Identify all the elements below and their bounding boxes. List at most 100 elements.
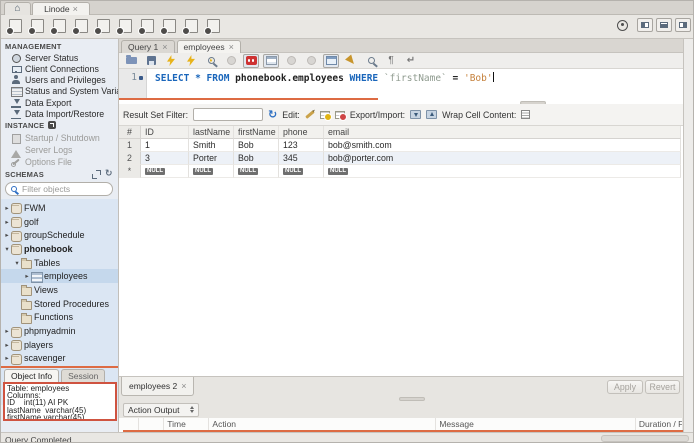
chevron-right-icon[interactable]: ▸ [3, 341, 11, 349]
cell[interactable]: 123 [279, 139, 324, 152]
row-number[interactable]: 2 [119, 152, 141, 165]
column-header-email[interactable]: email [324, 126, 681, 139]
create-schema-icon[interactable] [70, 18, 91, 36]
sidebar-splitter-accent[interactable] [1, 366, 118, 368]
explain-plan-button[interactable] [203, 54, 219, 68]
output-selector[interactable]: Action Output [123, 402, 199, 417]
column-header-phone[interactable]: phone [279, 126, 324, 139]
row-number[interactable]: * [119, 165, 141, 178]
home-tab[interactable]: ⌂ [4, 2, 31, 15]
tree-item-employees[interactable]: ▸ employees [1, 269, 118, 284]
tab-session[interactable]: Session [61, 369, 106, 382]
limit-rows-button[interactable] [263, 53, 279, 68]
create-table-icon[interactable] [92, 18, 113, 36]
edit-record-icon[interactable] [305, 110, 315, 119]
add-record-icon[interactable] [319, 110, 332, 121]
sidebar-item-startup-shutdown[interactable]: Startup / Shutdown [1, 132, 118, 144]
tab-employees[interactable]: employees [176, 40, 241, 53]
chevron-down-icon[interactable]: ▾ [13, 259, 21, 267]
sidebar-item-server-status[interactable]: Server Status [1, 52, 118, 63]
cell[interactable]: NULL [234, 165, 279, 178]
cell[interactable]: Bob [234, 152, 279, 165]
refresh-schemas-icon[interactable] [105, 168, 114, 179]
import-records-icon[interactable] [426, 110, 438, 119]
close-icon[interactable] [162, 43, 167, 51]
tree-item-groupschedule[interactable]: ▸ groupSchedule [1, 228, 118, 242]
toggle-output-area-button[interactable] [656, 18, 672, 32]
execute-current-button[interactable] [183, 54, 199, 68]
row-number[interactable]: 1 [119, 139, 141, 152]
sidebar-item-server-logs[interactable]: Server Logs [1, 144, 118, 158]
tree-item-views[interactable]: Views [1, 283, 118, 297]
create-view-icon[interactable] [114, 18, 135, 36]
search-table-data-icon[interactable] [180, 18, 201, 36]
open-script-button[interactable] [123, 54, 139, 68]
toggle-right-sidebar-button[interactable] [675, 18, 691, 32]
tree-item-stored-procedures[interactable]: Stored Procedures [1, 297, 118, 311]
tree-item-tables[interactable]: ▾ Tables [1, 256, 118, 270]
cell[interactable]: 3 [141, 152, 189, 165]
chevron-right-icon[interactable]: ▸ [3, 204, 11, 212]
wrap-text-button[interactable] [403, 54, 419, 68]
sidebar-item-data-export[interactable]: Data Export [1, 97, 118, 108]
sidebar-item-users-and-privileges[interactable]: Users and Privileges [1, 75, 118, 86]
revert-button[interactable]: Revert [645, 380, 680, 394]
stop-execution-button[interactable] [223, 54, 239, 68]
collapse-all-icon[interactable] [92, 170, 101, 179]
create-function-icon[interactable] [158, 18, 179, 36]
schema-filter-input[interactable] [20, 183, 100, 195]
connection-tab-linode[interactable]: Linode [32, 2, 90, 15]
refresh-resultset-icon[interactable] [268, 108, 277, 121]
execute-statement-button[interactable] [163, 54, 179, 68]
export-recordset-icon[interactable] [410, 110, 422, 119]
new-row-placeholder[interactable]: * NULL NULL NULL NULL NULL [119, 165, 683, 178]
invisible-characters-button[interactable] [383, 54, 399, 68]
cell[interactable]: 345 [279, 152, 324, 165]
delete-record-icon[interactable] [334, 110, 347, 121]
tree-item-scavenger[interactable]: ▸ scavenger [1, 352, 118, 366]
chevron-down-icon[interactable]: ▾ [3, 245, 11, 253]
cell[interactable]: bob@smith.com [324, 139, 681, 152]
result-filter-input[interactable] [193, 108, 264, 121]
tab-query-1[interactable]: Query 1 [121, 40, 175, 53]
find-panel-button[interactable] [363, 54, 379, 68]
tree-item-players[interactable]: ▸ players [1, 338, 118, 352]
create-procedure-icon[interactable] [136, 18, 157, 36]
tree-item-golf[interactable]: ▸ golf [1, 215, 118, 229]
chevron-right-icon[interactable]: ▸ [3, 218, 11, 226]
tab-object-info[interactable]: Object Info [4, 369, 60, 382]
chevron-right-icon[interactable]: ▸ [3, 231, 11, 239]
cell[interactable]: NULL [141, 165, 189, 178]
tree-item-functions[interactable]: Functions [1, 311, 118, 325]
close-icon[interactable] [73, 5, 78, 13]
horizontal-scrollbar[interactable] [601, 435, 689, 442]
close-icon[interactable] [229, 43, 234, 51]
cell[interactable]: Porter [189, 152, 234, 165]
new-query-tab-icon[interactable] [4, 18, 25, 36]
beautify-script-button[interactable] [343, 54, 359, 68]
column-header-id[interactable]: ID [141, 126, 189, 139]
chevron-right-icon[interactable]: ▸ [23, 272, 31, 280]
cell[interactable]: 1 [141, 139, 189, 152]
cell[interactable]: Bob [234, 139, 279, 152]
cell[interactable]: bob@porter.com [324, 152, 681, 165]
column-header-lastname[interactable]: lastName [189, 126, 234, 139]
toggle-left-sidebar-button[interactable] [637, 18, 653, 32]
wrap-cell-content-icon[interactable] [521, 110, 531, 119]
sidebar-item-data-import-restore[interactable]: Data Import/Restore [1, 109, 118, 120]
connection-inspector-icon[interactable] [48, 18, 69, 36]
column-header-firstname[interactable]: firstName [234, 126, 279, 139]
tree-item-phonebook[interactable]: ▾ phonebook [1, 242, 118, 256]
reconnect-dbms-icon[interactable] [202, 18, 223, 36]
toggle-autocommit-button[interactable] [323, 53, 339, 68]
result-tab-employees-2[interactable]: employees 2 [121, 377, 195, 396]
tree-item-phpmyadmin[interactable]: ▸ phpmyadmin [1, 324, 118, 338]
sidebar-item-options-file[interactable]: Options File [1, 157, 118, 168]
rollback-button[interactable] [303, 54, 319, 68]
table-row[interactable]: 1 1 Smith Bob 123 bob@smith.com [119, 139, 683, 152]
sidebar-item-client-connections[interactable]: Client Connections [1, 63, 118, 74]
close-icon[interactable] [181, 382, 186, 390]
cell[interactable]: NULL [324, 165, 681, 178]
cell[interactable]: NULL [189, 165, 234, 178]
open-sql-script-icon[interactable] [26, 18, 47, 36]
